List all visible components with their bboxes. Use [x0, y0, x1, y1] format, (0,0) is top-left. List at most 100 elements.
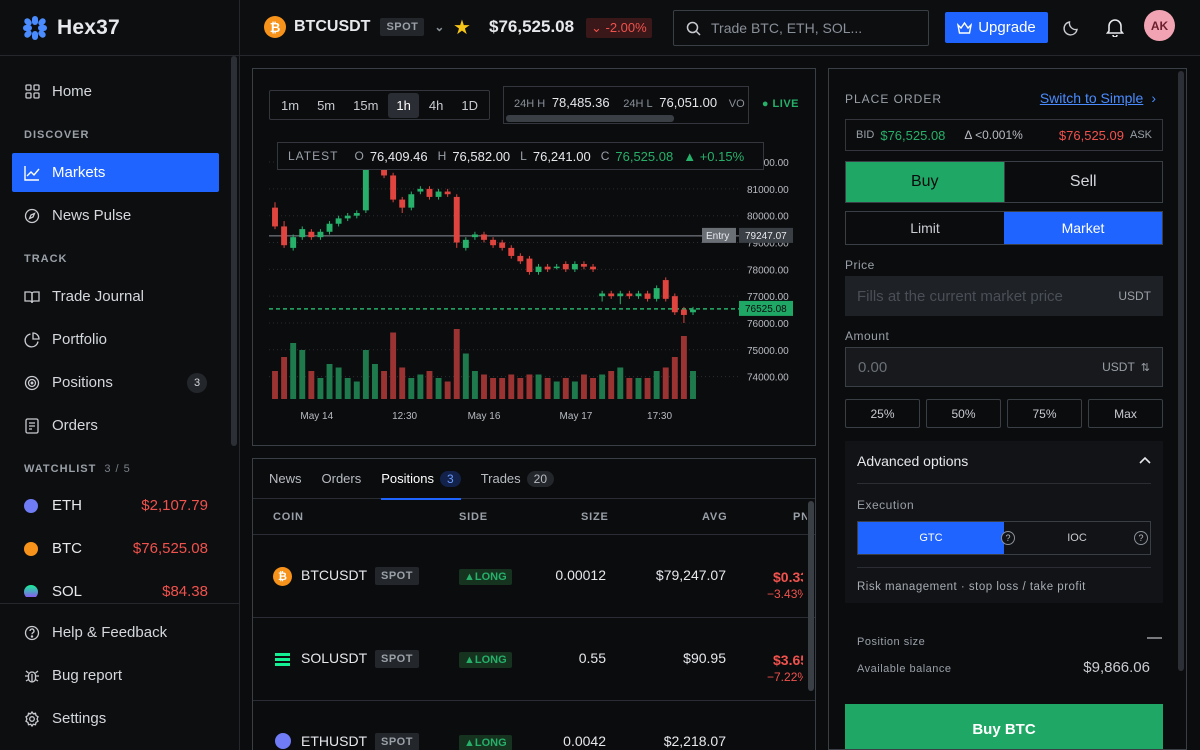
table-row[interactable]: SOLUSDT SPOT ▲LONG 0.55 $90.95 $3.65 −7.22% [253, 618, 815, 701]
candle-body [581, 263, 587, 267]
limit-tab[interactable]: Limit [846, 212, 1004, 244]
tab-trades[interactable]: Trades 20 [481, 459, 555, 499]
volume-bar [362, 350, 369, 399]
nav-positions[interactable]: Positions 3 [12, 363, 219, 402]
watchlist-price: $76,525.08 [132, 540, 208, 557]
balance-label: Available balance [857, 663, 952, 675]
tab-positions[interactable]: Positions 3 [381, 459, 462, 500]
logo[interactable]: Hex37 [0, 0, 239, 56]
candle-body [590, 266, 596, 270]
gear-icon [24, 710, 40, 727]
help-icon[interactable]: ? [1134, 531, 1148, 545]
gtc-option[interactable]: GTC? [858, 522, 1015, 554]
watchlist-symbol: SOL [52, 583, 83, 597]
nav-home[interactable]: Home [12, 72, 219, 111]
avatar[interactable]: AK [1144, 10, 1175, 41]
watchlist-item-btc[interactable]: BTC $76,525.08 [24, 540, 208, 557]
candle-body [335, 218, 342, 224]
tab-orders[interactable]: Orders [322, 459, 362, 499]
x-tick-label: May 14 [300, 411, 333, 422]
moon-icon[interactable] [1063, 19, 1080, 36]
sidebar-footer: Help & Feedback Bug report Settings [0, 603, 240, 750]
switch-simple-link[interactable]: Switch to Simple › [1040, 90, 1156, 106]
watchlist-item-sol[interactable]: SOL $84.38 [24, 583, 208, 597]
amount-field[interactable]: 0.00 USDT ⇅ [845, 347, 1163, 387]
candlestick-chart[interactable]: 82000.0081000.0080000.0079000.0078000.00… [253, 139, 815, 439]
order-panel-scrollbar[interactable] [1178, 71, 1184, 671]
sell-tab[interactable]: Sell [1003, 162, 1163, 202]
timeframe-15m[interactable]: 15m [345, 93, 386, 118]
star-icon[interactable]: ★ [453, 15, 471, 40]
row-size: 0.55 [578, 650, 606, 666]
price-placeholder: Fills at the current market price [857, 287, 1063, 305]
nav-bug-report[interactable]: Bug report [12, 656, 219, 695]
table-row[interactable]: ₿ BTCUSDT SPOT ▲LONG 0.00012 $79,247.07 $0.33 −… [253, 535, 815, 618]
candle-body [444, 191, 451, 195]
timeframe-1h[interactable]: 1h [388, 92, 419, 118]
candle-body [299, 229, 306, 238]
advanced-options-toggle[interactable]: Advanced options [857, 453, 968, 469]
buy-btc-button[interactable]: Buy BTC [845, 704, 1163, 749]
timeframe-4h[interactable]: 4h [421, 93, 451, 118]
volume-bar [326, 364, 333, 399]
pct-50-button[interactable]: 50% [926, 399, 1001, 428]
nav-help[interactable]: Help & Feedback [12, 613, 219, 652]
search-input[interactable]: Trade BTC, ETH, SOL... [673, 10, 929, 46]
entry-value-label: 79247.07 [745, 231, 787, 242]
upgrade-button[interactable]: Upgrade [945, 12, 1048, 43]
pct-75-button[interactable]: 75% [1007, 399, 1082, 428]
tab-news[interactable]: News [269, 459, 302, 499]
volume-bar [544, 378, 551, 399]
position-size-label: Position size [857, 636, 926, 648]
current-price-label: 76525.08 [745, 304, 787, 315]
ioc-option[interactable]: IOC? [1004, 522, 1150, 554]
ohlc-title: LATEST [288, 149, 339, 163]
col-size: SIZE [581, 510, 609, 523]
volume-bar [353, 381, 360, 399]
nav-markets[interactable]: Markets [12, 153, 219, 192]
nav-settings-label: Settings [52, 710, 107, 727]
btc-icon: ₿ [273, 567, 292, 586]
price-unit: USDT [1118, 289, 1151, 303]
timeframe-1d[interactable]: 1D [453, 93, 486, 118]
chevron-up-icon[interactable] [1139, 456, 1151, 464]
btc-icon: ₿ [264, 16, 286, 38]
volume-bar [526, 374, 533, 399]
amount-unit: USDT [1102, 360, 1135, 374]
order-panel: PLACE ORDER Switch to Simple › BID $76,52… [828, 68, 1187, 750]
bell-icon[interactable] [1106, 17, 1124, 37]
volume-bar [635, 378, 642, 399]
balance-value: $9,866.06 [1083, 659, 1150, 676]
nav-settings[interactable]: Settings [12, 699, 219, 738]
buy-tab[interactable]: Buy [846, 162, 1004, 202]
positions-table-body: ₿ BTCUSDT SPOT ▲LONG 0.00012 $79,247.07 $0.33 −… [253, 535, 815, 750]
sidebar-scrollbar[interactable] [231, 56, 237, 446]
risk-management-toggle[interactable]: Risk management · stop loss / take profi… [857, 581, 1086, 593]
nav-orders[interactable]: Orders [12, 406, 219, 445]
nav-portfolio[interactable]: Portfolio [12, 320, 219, 359]
volume-bar [335, 367, 342, 399]
positions-scrollbar[interactable] [808, 501, 814, 691]
nav-trade-journal[interactable]: Trade Journal [12, 277, 219, 316]
table-row[interactable]: ETHUSDT SPOT ▲LONG 0.0042 $2,218.07 [253, 701, 815, 750]
pct-max-button[interactable]: Max [1088, 399, 1163, 428]
volume-bar [590, 378, 596, 399]
watchlist-item-eth[interactable]: ETH $2,107.79 [24, 497, 208, 514]
pair-selector[interactable]: ₿ BTCUSDT SPOT ⌄ [264, 16, 444, 38]
swap-icon[interactable]: ⇅ [1141, 361, 1150, 374]
timeframe-1m[interactable]: 1m [273, 93, 307, 118]
24h-high-value: 78,485.36 [551, 95, 610, 110]
nav-news-pulse[interactable]: News Pulse [12, 196, 219, 235]
timeframe-5m[interactable]: 5m [309, 93, 343, 118]
current-price: $76,525.08 [489, 17, 575, 36]
grid-icon [24, 84, 40, 100]
volume-bar [499, 378, 506, 399]
volume-bar [272, 371, 278, 399]
col-pnl: PNL [793, 510, 807, 523]
market-tab[interactable]: Market [1004, 212, 1162, 244]
price-field[interactable]: Fills at the current market price USDT [845, 276, 1163, 316]
volume-bar [617, 367, 624, 399]
volume-bar [290, 343, 297, 399]
stats-scrollbar[interactable] [506, 115, 674, 122]
pct-25-button[interactable]: 25% [845, 399, 920, 428]
